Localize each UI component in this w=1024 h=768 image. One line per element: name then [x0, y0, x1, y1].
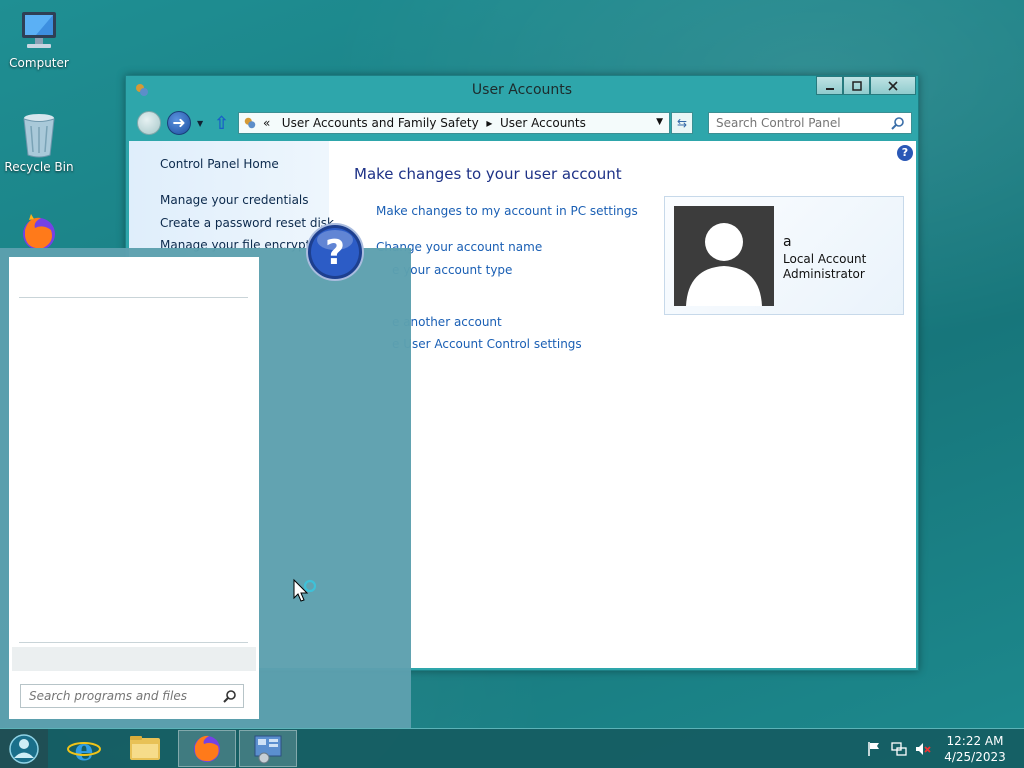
minimize-icon	[825, 87, 834, 90]
search-icon[interactable]	[223, 689, 237, 703]
start-search-box[interactable]	[20, 684, 244, 708]
breadcrumb-overflow[interactable]: «	[263, 116, 270, 130]
svg-text:e: e	[74, 733, 93, 767]
back-button[interactable]	[137, 111, 161, 135]
navigation-bar: ➜ ▼ ⇧ « User Accounts and Family Safety …	[126, 108, 918, 138]
recent-pages-dropdown[interactable]: ▼	[197, 119, 203, 128]
start-menu	[0, 248, 411, 728]
control-panel-icon	[254, 735, 282, 764]
account-role-label: Administrator	[783, 267, 865, 281]
svg-text:?: ?	[325, 233, 345, 273]
help-and-support-icon[interactable]: ?	[305, 222, 365, 282]
refresh-button[interactable]: ⇆	[671, 112, 693, 134]
arrow-up-icon: ⇧	[214, 113, 230, 134]
window-title: User Accounts	[471, 82, 573, 98]
clock-time: 12:22 AM	[946, 734, 1004, 748]
window-controls	[816, 76, 916, 96]
maximize-button[interactable]	[843, 76, 870, 95]
action-center-flag-icon[interactable]	[866, 741, 882, 757]
all-programs-button[interactable]	[12, 647, 256, 671]
clock-date: 4/25/2023	[944, 750, 1006, 764]
taskbar-internet-explorer[interactable]: e	[55, 730, 113, 768]
start-orb-icon	[9, 734, 39, 764]
manage-credentials-link[interactable]: Manage your credentials	[160, 193, 309, 207]
volume-muted-icon[interactable]	[915, 741, 931, 757]
avatar	[674, 206, 774, 306]
desktop-icon-label: Computer	[9, 56, 69, 70]
divider	[19, 642, 248, 643]
start-menu-programs-pane	[9, 257, 259, 719]
divider	[19, 297, 248, 298]
computer-icon	[22, 12, 56, 48]
breadcrumb: « User Accounts and Family Safety ▸ User…	[263, 116, 586, 130]
desktop-icon-label: Recycle Bin	[4, 160, 74, 174]
title-bar[interactable]: User Accounts	[126, 76, 918, 106]
arrow-right-icon: ➜	[172, 113, 186, 132]
uac-settings-link[interactable]: e User Account Control settings	[392, 337, 582, 351]
user-silhouette-icon	[686, 223, 762, 306]
up-button[interactable]: ⇧	[214, 113, 229, 134]
help-icon: ?	[901, 146, 909, 159]
search-icon[interactable]	[891, 116, 905, 130]
taskbar: e 12:22 AM 4/25/2023	[0, 728, 1024, 768]
start-search-input[interactable]	[21, 685, 211, 707]
control-panel-icon	[244, 117, 256, 129]
close-button[interactable]	[870, 76, 916, 95]
close-icon	[888, 80, 898, 91]
search-control-panel[interactable]	[708, 112, 912, 134]
breadcrumb-user-accounts-family-safety[interactable]: User Accounts and Family Safety	[282, 116, 479, 130]
breadcrumb-user-accounts[interactable]: User Accounts	[500, 116, 586, 130]
taskbar-control-panel[interactable]	[239, 730, 297, 767]
user-card: a Local Account Administrator	[664, 196, 904, 315]
help-button[interactable]: ?	[897, 145, 913, 161]
start-button[interactable]	[0, 729, 48, 768]
taskbar-file-explorer[interactable]	[116, 730, 174, 767]
busy-cursor-icon	[293, 578, 317, 602]
control-panel-home-link[interactable]: Control Panel Home	[160, 157, 279, 171]
account-type-label: Local Account	[783, 252, 867, 266]
user-name: a	[783, 234, 792, 250]
forward-button[interactable]: ➜	[167, 111, 191, 135]
recycle-bin-icon	[23, 114, 55, 158]
network-icon[interactable]	[891, 741, 907, 757]
firefox-icon	[194, 735, 220, 762]
folder-icon	[130, 736, 160, 760]
maximize-icon	[851, 80, 862, 91]
pc-settings-link[interactable]: Make changes to my account in PC setting…	[376, 204, 638, 218]
search-input[interactable]	[709, 113, 879, 133]
taskbar-clock[interactable]: 12:22 AM 4/25/2023	[940, 733, 1010, 765]
desktop-icon-computer[interactable]: Computer	[1, 10, 77, 70]
breadcrumb-separator[interactable]: ▸	[486, 116, 492, 130]
refresh-icon: ⇆	[676, 116, 688, 130]
address-dropdown-icon[interactable]: ▼	[656, 117, 663, 127]
firefox-icon	[23, 214, 55, 248]
address-bar[interactable]: « User Accounts and Family Safety ▸ User…	[238, 112, 670, 134]
desktop-icon-firefox[interactable]	[1, 212, 77, 248]
taskbar-firefox[interactable]	[178, 730, 236, 767]
minimize-button[interactable]	[816, 76, 843, 95]
desktop-icon-recycle-bin[interactable]: Recycle Bin	[1, 112, 77, 174]
internet-explorer-icon: e	[67, 733, 101, 768]
page-title: Make changes to your user account	[354, 165, 622, 183]
